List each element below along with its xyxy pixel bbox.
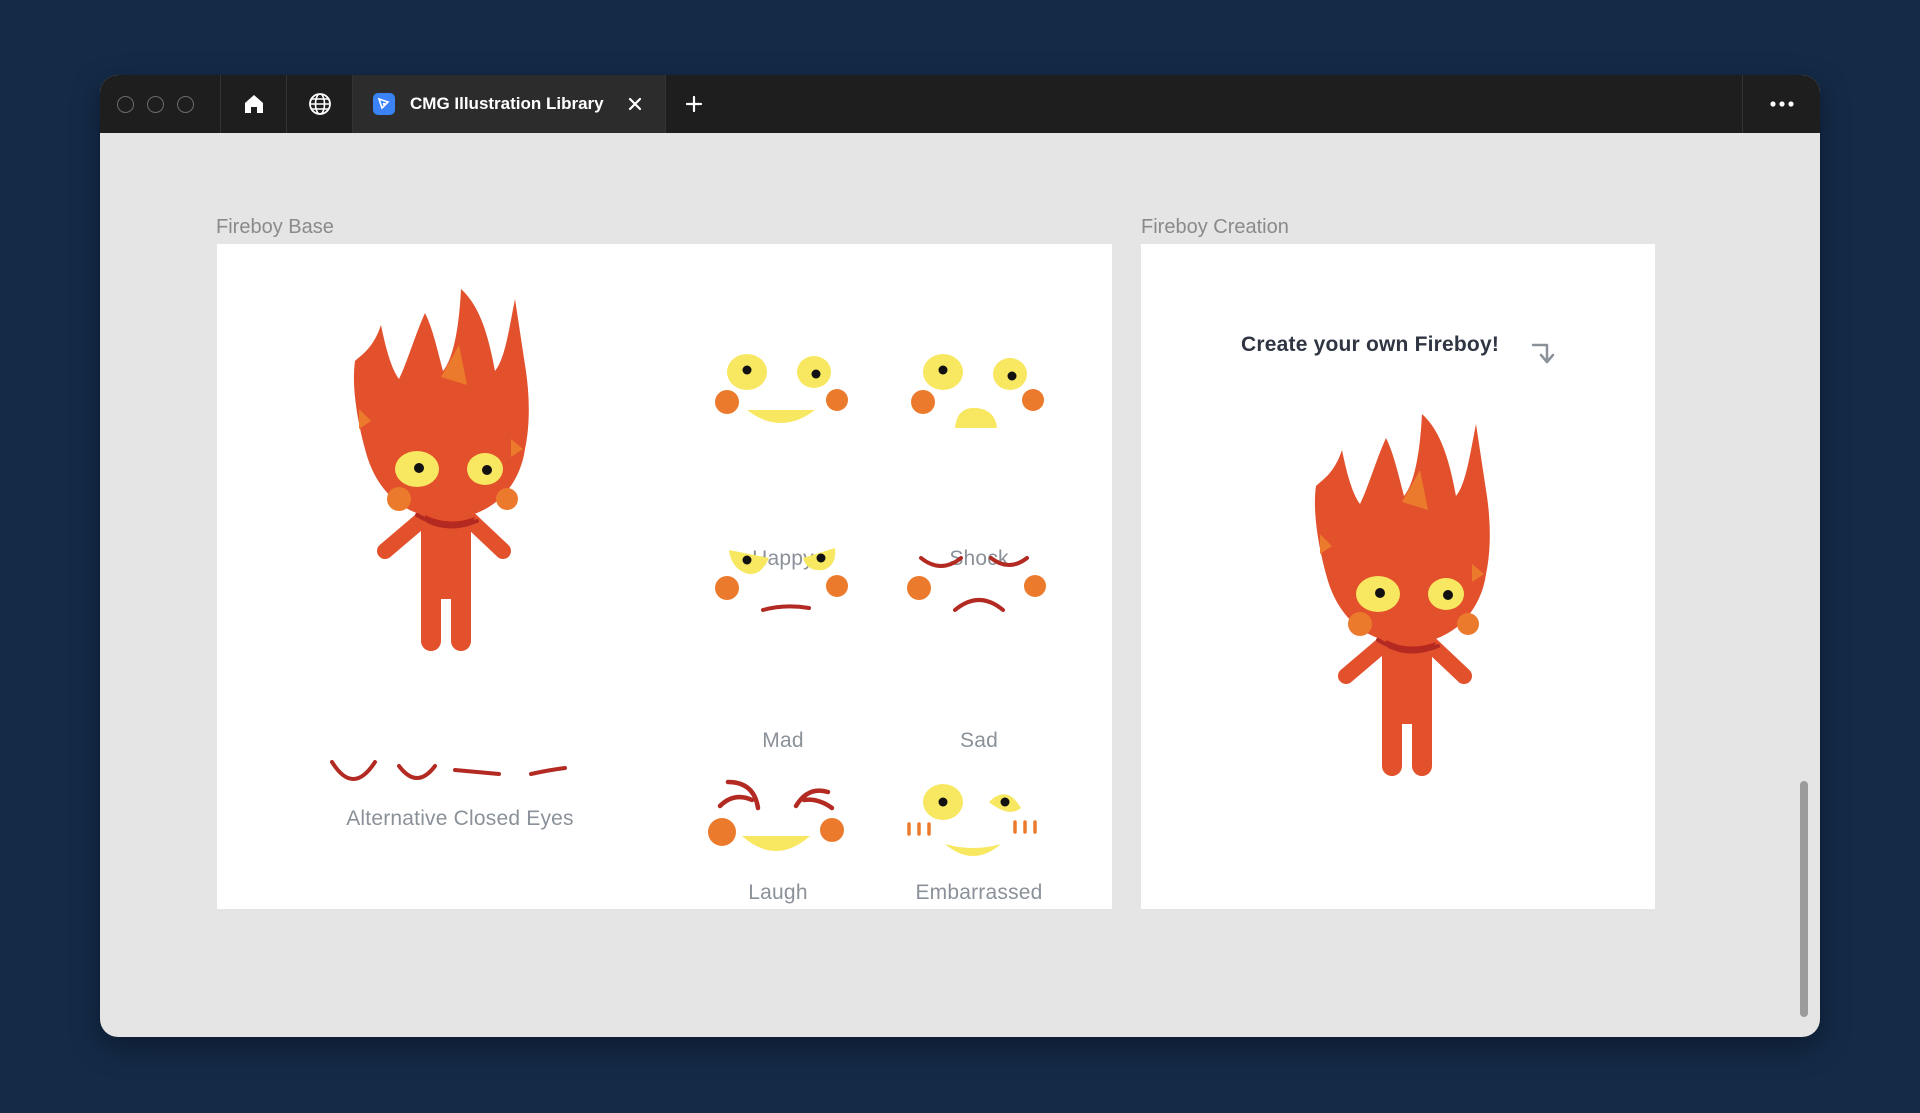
expression-happy[interactable]: [713, 352, 853, 442]
home-icon: [244, 95, 263, 113]
expression-embarrassed[interactable]: [905, 782, 1045, 874]
frame-fireboy-base[interactable]: Alternative Closed Eyes Happy Shock Mad …: [217, 244, 1112, 909]
close-window-button[interactable]: [117, 95, 134, 113]
expression-mad[interactable]: [713, 544, 853, 624]
close-icon[interactable]: [625, 94, 645, 114]
closed-eyes-set[interactable]: [327, 754, 607, 794]
new-tab-button[interactable]: [666, 75, 721, 133]
fireboy-character[interactable]: [345, 289, 545, 709]
plus-icon: [685, 95, 702, 113]
frame-label-fireboy-base[interactable]: Fireboy Base: [216, 216, 334, 239]
more-button[interactable]: [1742, 75, 1820, 133]
more-icon: [1769, 101, 1794, 107]
caption-closed-eyes: Alternative Closed Eyes: [346, 807, 574, 830]
expression-sad[interactable]: [905, 544, 1049, 624]
frame-label-fireboy-creation[interactable]: Fireboy Creation: [1141, 216, 1289, 239]
vertical-scrollbar[interactable]: [1800, 781, 1808, 1017]
create-fireboy-heading: Create your own Fireboy!: [1241, 333, 1500, 356]
maximize-window-button[interactable]: [177, 95, 194, 113]
globe-icon: [308, 93, 331, 115]
pen-tool-icon: [373, 93, 395, 115]
fireboy-character-creation[interactable]: [1306, 414, 1506, 834]
browser-window: CMG Illustration Library Fireboy Base Al…: [100, 75, 1820, 1037]
frame-fireboy-creation[interactable]: Create your own Fireboy!: [1141, 244, 1655, 909]
caption-embarrassed: Embarrassed: [915, 881, 1043, 904]
window-controls: [100, 75, 221, 133]
tab-title: CMG Illustration Library: [410, 94, 604, 113]
active-tab[interactable]: CMG Illustration Library: [353, 75, 666, 133]
title-bar: CMG Illustration Library: [100, 75, 1820, 133]
home-button[interactable]: [221, 75, 287, 133]
minimize-window-button[interactable]: [147, 95, 164, 113]
arrow-down-icon: [1531, 343, 1555, 364]
globe-button[interactable]: [287, 75, 353, 133]
expression-laugh[interactable]: [708, 778, 848, 874]
caption-sad: Sad: [960, 729, 998, 752]
expression-shock[interactable]: [909, 352, 1049, 442]
